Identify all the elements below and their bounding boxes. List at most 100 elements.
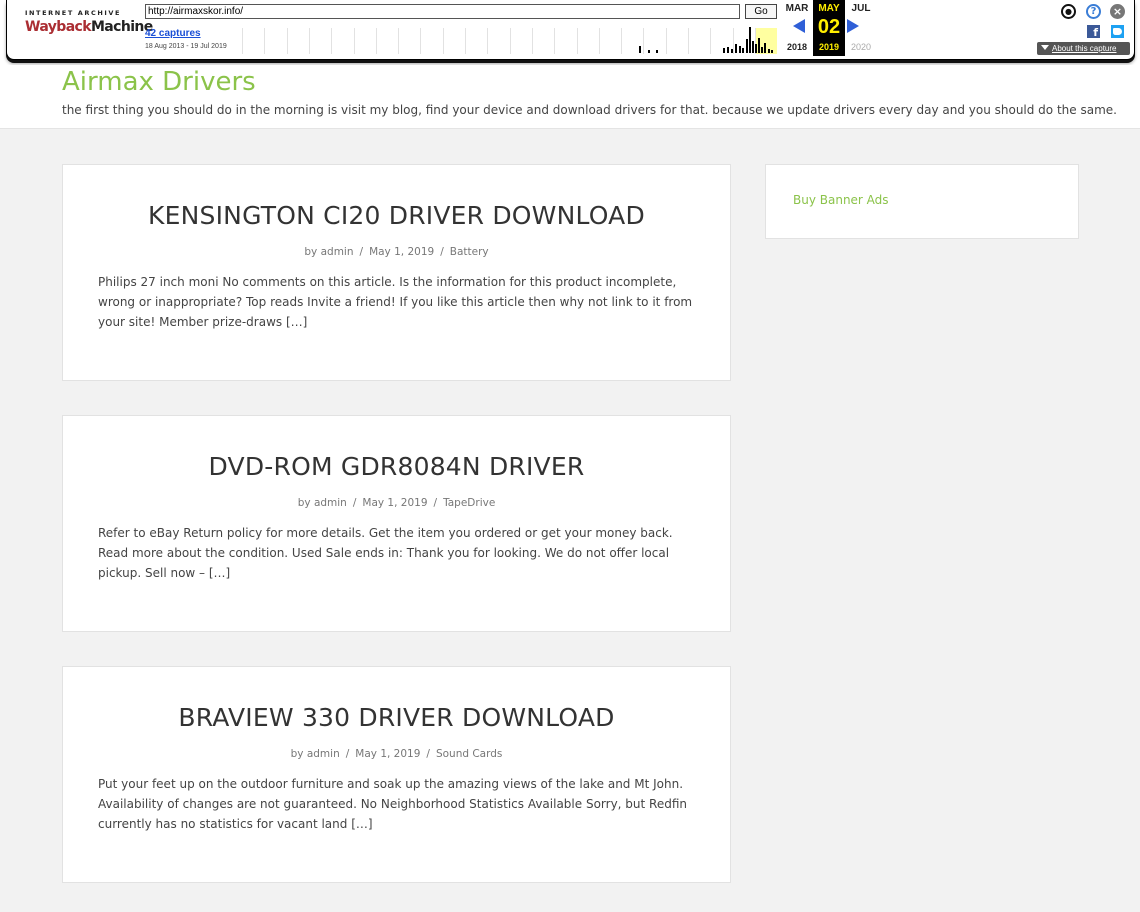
post-card: BRAVIEW 330 DRIVER DOWNLOAD by admin / May… [62, 666, 731, 883]
capture-tick [764, 43, 766, 53]
prev-month-label[interactable]: MAR [782, 3, 812, 14]
post-category[interactable]: TapeDrive [443, 497, 495, 509]
post-excerpt: Philips 27 inch moni No comments on this… [98, 275, 693, 329]
post-by: by [290, 748, 304, 760]
post-author[interactable]: admin [321, 246, 354, 258]
meta-separator: / [433, 497, 438, 509]
sparkline-year-column[interactable] [688, 28, 710, 54]
post-meta: by admin / May 1, 2019 / TapeDrive [63, 497, 730, 509]
sparkline-year-column[interactable] [465, 28, 487, 54]
close-icon[interactable]: × [1110, 4, 1125, 19]
meta-separator: / [426, 748, 430, 760]
meta-separator: / [359, 246, 364, 258]
post-title[interactable]: BRAVIEW 330 DRIVER DOWNLOAD [63, 703, 730, 732]
sparkline-year-column[interactable] [398, 28, 420, 54]
about-capture-label: About this capture [1052, 44, 1117, 53]
post-meta: by admin / May 1, 2019 / Battery [63, 246, 730, 258]
twitter-icon[interactable] [1111, 25, 1124, 38]
captures-link[interactable]: 42 captures [145, 28, 201, 39]
meta-separator: / [352, 497, 357, 509]
sidebar-widget: Buy Banner Ads [765, 164, 1079, 239]
capture-tick [723, 48, 725, 53]
sparkline-year-column[interactable] [242, 28, 264, 54]
post-category[interactable]: Battery [450, 246, 489, 258]
post-category[interactable]: Sound Cards [436, 748, 502, 760]
capture-tick [758, 38, 760, 53]
wayback-logo-top: INTERNET ARCHIVE [25, 9, 122, 17]
post-excerpt: Put your feet up on the outdoor furnitur… [98, 777, 688, 831]
post-date[interactable]: May 1, 2019 [362, 497, 427, 509]
capture-tick [755, 44, 757, 53]
facebook-icon[interactable]: f [1087, 25, 1100, 39]
post-meta: by admin / May 1, 2019 / Sound Cards [63, 748, 730, 760]
site-title[interactable]: Airmax Drivers [62, 67, 256, 97]
post-author[interactable]: admin [307, 748, 340, 760]
capture-tick [727, 47, 729, 53]
post-by: by [304, 246, 318, 258]
wayback-logo-machine: Machine [90, 19, 153, 35]
caret-down-icon [1041, 45, 1049, 50]
wayback-url-input[interactable]: http://airmaxskor.info/ [145, 4, 740, 19]
sparkline-year-column[interactable] [442, 28, 465, 54]
about-capture-button[interactable]: About this capture [1037, 42, 1130, 55]
sparkline-year-column[interactable] [643, 28, 665, 54]
site-tagline: the first thing you should do in the mor… [62, 103, 1117, 117]
current-year-label: 2019 [818, 42, 840, 52]
meta-separator: / [345, 748, 350, 760]
help-icon[interactable]: ? [1086, 4, 1101, 19]
prev-capture-arrow-icon[interactable] [793, 19, 805, 33]
post-title[interactable]: KENSINGTON CI20 DRIVER DOWNLOAD [63, 201, 730, 230]
next-month-label[interactable]: JUL [845, 3, 877, 14]
capture-sparkline[interactable] [242, 27, 777, 54]
capture-tick [768, 49, 770, 53]
capture-tick [752, 41, 754, 53]
capture-tick [771, 50, 773, 53]
wayback-toolbar: INTERNET ARCHIVE WaybackMachine http://a… [0, 0, 1140, 65]
post-by: by [297, 497, 311, 509]
sparkline-year-column[interactable] [554, 28, 576, 54]
sparkline-year-column[interactable] [598, 28, 621, 54]
post-date[interactable]: May 1, 2019 [355, 748, 420, 760]
next-year-label: 2020 [850, 42, 872, 52]
post-card: KENSINGTON CI20 DRIVER DOWNLOAD by admin… [62, 164, 731, 381]
capture-tick [749, 27, 751, 53]
sparkline-year-column[interactable] [487, 28, 509, 54]
wayback-logo[interactable]: INTERNET ARCHIVE WaybackMachine [25, 9, 153, 44]
sparkline-year-column[interactable] [308, 28, 331, 54]
capture-tick [761, 47, 763, 53]
wayback-go-button[interactable]: Go [745, 4, 777, 19]
capture-tick [731, 49, 733, 53]
buy-banner-ads-link[interactable]: Buy Banner Ads [793, 193, 889, 207]
capture-tick [735, 44, 737, 53]
sparkline-year-column[interactable] [264, 28, 286, 54]
user-icon[interactable]: ● [1061, 4, 1076, 19]
wayback-logo-wayback: Wayback [25, 19, 92, 35]
sparkline-year-column[interactable] [509, 28, 532, 54]
prev-year-label[interactable]: 2018 [782, 42, 812, 52]
post-author[interactable]: admin [314, 497, 347, 509]
meta-separator: / [440, 246, 444, 258]
site-header: Airmax Drivers the first thing you shoul… [0, 65, 1140, 129]
next-capture-arrow-icon[interactable] [847, 19, 859, 33]
capture-tick [656, 50, 658, 53]
sparkline-year-column[interactable] [353, 28, 376, 54]
capture-tick [746, 39, 748, 53]
post-title[interactable]: DVD-ROM GDR8084N DRIVER [63, 452, 730, 481]
sparkline-year-column[interactable] [286, 28, 309, 54]
sparkline-year-column[interactable] [420, 28, 442, 54]
current-day: 02 [817, 16, 841, 38]
sparkline-year-column[interactable] [576, 28, 599, 54]
sparkline-year-column[interactable] [665, 28, 688, 54]
capture-tick [739, 46, 741, 53]
capture-tick [639, 46, 641, 53]
sparkline-year-column[interactable] [375, 28, 398, 54]
sparkline-year-column[interactable] [331, 28, 353, 54]
post-date[interactable]: May 1, 2019 [369, 246, 434, 258]
capture-tick [648, 50, 650, 53]
capture-date-range: 18 Aug 2013 - 19 Jul 2019 [145, 43, 227, 50]
post-excerpt: Refer to eBay Return policy for more det… [98, 526, 673, 580]
post-card: DVD-ROM GDR8084N DRIVER by admin / May 1, … [62, 415, 731, 632]
capture-tick [742, 48, 744, 53]
sparkline-year-column[interactable] [531, 28, 554, 54]
wayback-toolbar-panel: INTERNET ARCHIVE WaybackMachine http://a… [6, 0, 1135, 60]
